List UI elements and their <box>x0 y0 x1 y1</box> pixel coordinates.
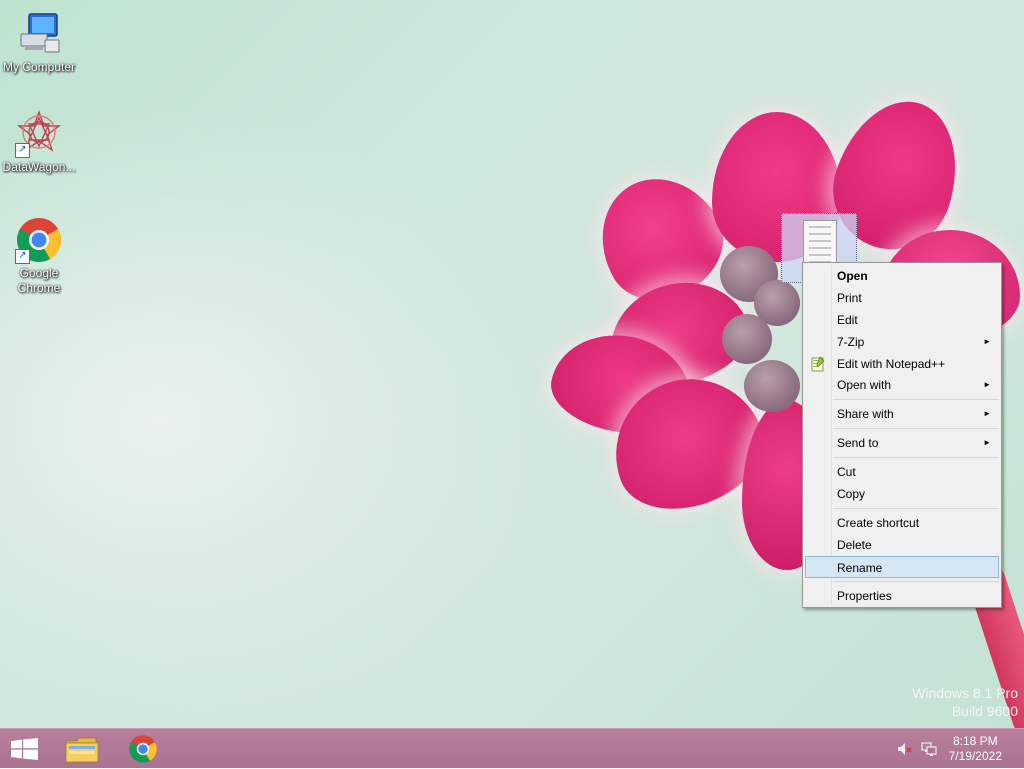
chrome-icon: ↗ <box>15 216 63 264</box>
shortcut-arrow-icon: ↗ <box>15 249 30 264</box>
context-menu: Open Print Edit 7-Zip ► Edit with Notepa… <box>802 262 1002 608</box>
notepad-plus-plus-icon <box>811 356 825 372</box>
menu-item-7zip[interactable]: 7-Zip ► <box>805 331 999 353</box>
submenu-arrow-icon: ► <box>983 409 991 418</box>
desktop-icon-datawagon[interactable]: ↗ DataWagon... <box>0 109 78 175</box>
system-clock[interactable]: 8:18 PM 7/19/2022 <box>949 734 1002 764</box>
desktop-icon-label: My Computer <box>2 60 76 74</box>
menu-item-label: Create shortcut <box>837 516 920 530</box>
menu-item-print[interactable]: Print <box>805 287 999 309</box>
windows-logo-icon <box>11 738 38 760</box>
start-button[interactable] <box>0 729 48 769</box>
menu-item-label: Delete <box>837 538 872 552</box>
desktop[interactable]: My Computer ↗ DataWagon... ↗ Google Chro… <box>0 0 1024 728</box>
menu-item-delete[interactable]: Delete <box>805 534 999 556</box>
taskbar: 8:18 PM 7/19/2022 <box>0 728 1024 768</box>
menu-item-label: 7-Zip <box>837 335 865 349</box>
menu-item-edit-with-notepad[interactable]: Edit with Notepad++ <box>805 353 999 375</box>
menu-item-label: Send to <box>837 436 879 450</box>
submenu-arrow-icon: ► <box>983 337 991 346</box>
menu-item-copy[interactable]: Copy <box>805 483 999 505</box>
menu-separator <box>833 399 999 400</box>
chrome-taskbar-button[interactable] <box>119 729 167 769</box>
menu-item-label: Print <box>837 291 862 305</box>
menu-separator <box>833 457 999 458</box>
menu-item-properties[interactable]: Properties <box>805 585 999 607</box>
chrome-icon <box>129 735 157 763</box>
shortcut-arrow-icon: ↗ <box>15 143 30 158</box>
volume-muted-icon[interactable] <box>897 741 913 757</box>
network-icon[interactable] <box>921 741 937 757</box>
menu-item-label: Share with <box>837 407 894 421</box>
watermark-edition: Windows 8.1 Pro <box>912 685 1018 701</box>
menu-separator <box>833 581 999 582</box>
text-document-icon <box>803 220 837 270</box>
menu-item-edit[interactable]: Edit <box>805 309 999 331</box>
windows-watermark: Windows 8.1 Pro Build 9600 <box>912 684 1018 720</box>
desktop-icon-label: Google Chrome <box>17 266 61 295</box>
menu-separator <box>833 508 999 509</box>
clock-time: 8:18 PM <box>952 734 998 748</box>
datawagon-icon: ↗ <box>15 109 63 158</box>
file-explorer-button[interactable] <box>57 729 105 769</box>
folder-icon <box>65 737 99 763</box>
menu-item-label: Cut <box>837 465 856 479</box>
menu-item-open-with[interactable]: Open with ► <box>805 374 999 396</box>
menu-item-label: Open with <box>837 378 892 392</box>
menu-item-label: Edit with Notepad++ <box>837 357 946 371</box>
watermark-build: Build 9600 <box>951 703 1018 719</box>
menu-item-open[interactable]: Open <box>805 265 999 287</box>
menu-item-rename[interactable]: Rename <box>805 556 999 578</box>
menu-item-cut[interactable]: Cut <box>805 461 999 483</box>
menu-item-label: Open <box>837 269 868 283</box>
desktop-icon-google-chrome[interactable]: ↗ Google Chrome <box>0 216 78 296</box>
my-computer-icon <box>15 10 63 58</box>
menu-item-label: Copy <box>837 487 866 501</box>
clock-date: 7/19/2022 <box>948 749 1002 763</box>
desktop-icon-label: DataWagon... <box>2 160 76 174</box>
menu-item-share-with[interactable]: Share with ► <box>805 403 999 425</box>
menu-item-label: Edit <box>837 313 858 327</box>
menu-item-create-shortcut[interactable]: Create shortcut <box>805 512 999 534</box>
submenu-arrow-icon: ► <box>983 380 991 389</box>
menu-item-label: Rename <box>837 561 883 575</box>
menu-separator <box>833 428 999 429</box>
desktop-icon-my-computer[interactable]: My Computer <box>0 10 78 75</box>
menu-item-label: Properties <box>837 589 892 603</box>
menu-item-send-to[interactable]: Send to ► <box>805 432 999 454</box>
submenu-arrow-icon: ► <box>983 438 991 447</box>
